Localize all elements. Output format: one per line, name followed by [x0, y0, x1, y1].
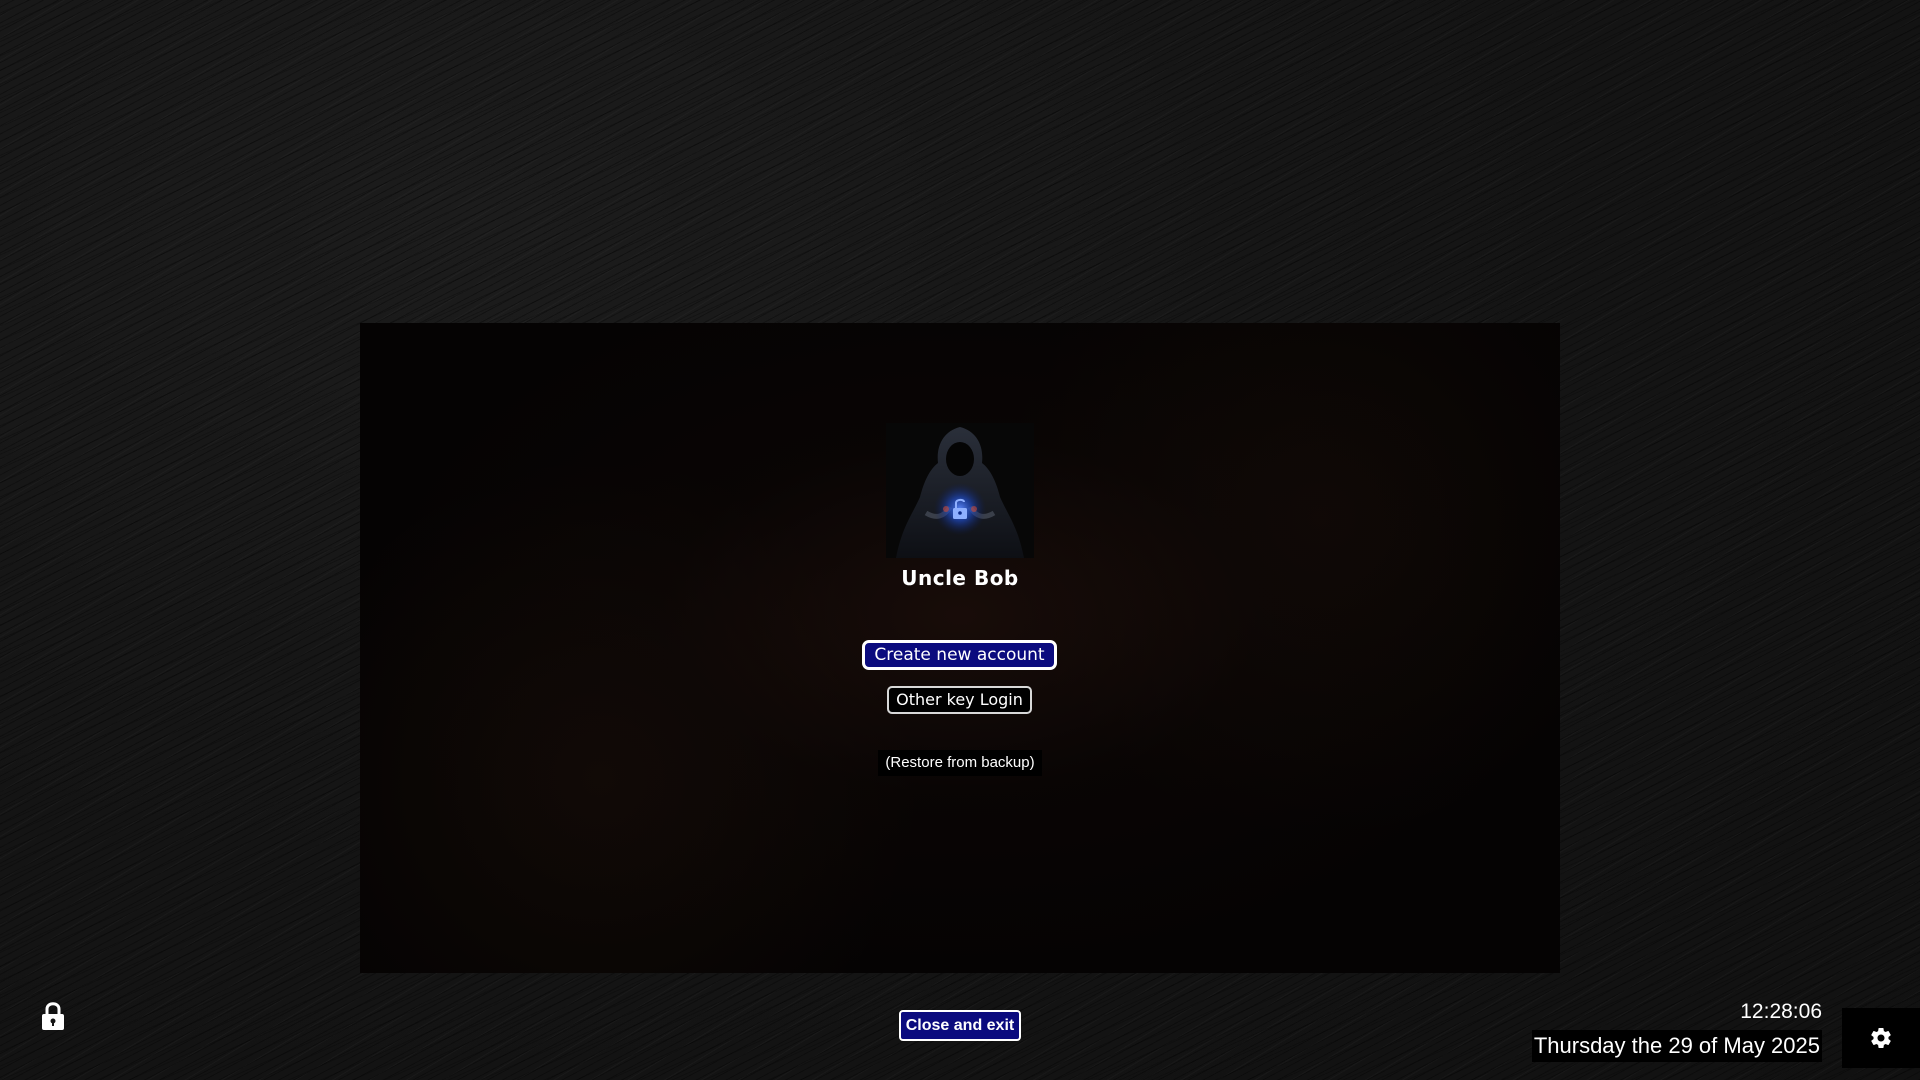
- clock-date: Thursday the 29 of May 2025: [1531, 1030, 1822, 1062]
- lock-button[interactable]: [40, 1000, 66, 1032]
- settings-button[interactable]: [1842, 1008, 1920, 1068]
- user-avatar: [886, 423, 1034, 558]
- other-key-login-button[interactable]: Other key Login: [887, 686, 1032, 714]
- close-and-exit-button[interactable]: Close and exit: [899, 1010, 1021, 1041]
- login-panel: Uncle Bob Create new account Other key L…: [360, 323, 1560, 973]
- hooded-figure-avatar-icon: [886, 423, 1034, 558]
- username-label: Uncle Bob: [901, 566, 1019, 590]
- create-account-button[interactable]: Create new account: [862, 640, 1057, 670]
- clock-time: 12:28:06: [1740, 1000, 1822, 1023]
- gear-icon: [1871, 1028, 1891, 1048]
- lock-icon: [42, 1002, 64, 1030]
- restore-backup-link[interactable]: (Restore from backup): [878, 750, 1042, 776]
